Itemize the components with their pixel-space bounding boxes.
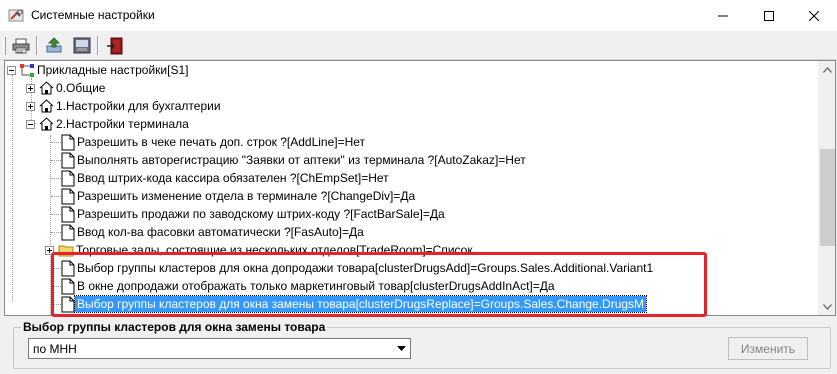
dropdown-button[interactable]	[393, 339, 410, 358]
toolbar-grip[interactable]	[3, 37, 6, 55]
tree-connector	[51, 232, 61, 233]
scrollbar-thumb[interactable]	[820, 149, 835, 246]
setting-label: Ввод кол-ва фасовки автоматически ?[FasA…	[77, 225, 364, 239]
tree-connector	[51, 304, 61, 305]
vertical-scrollbar[interactable]	[818, 61, 835, 315]
document-icon	[61, 206, 75, 223]
setting-folder[interactable]: Торговые залы, состоящие из нескольких о…	[45, 241, 475, 259]
tree-node-label: 1.Настройки для бухгалтерии	[56, 99, 221, 113]
setting-item[interactable]: Выполнять авторегистрацию "Заявки от апт…	[61, 151, 528, 169]
close-button[interactable]	[791, 0, 837, 31]
document-icon	[61, 188, 75, 205]
send-icon	[46, 37, 62, 53]
setting-item[interactable]: Ввод штрих-кода кассира обязателен ?[ChE…	[61, 169, 391, 187]
chevron-up-icon	[823, 66, 832, 73]
folder-icon	[58, 244, 74, 257]
setting-label: Выполнять авторегистрацию "Заявки от апт…	[77, 153, 526, 167]
tree-connector	[51, 268, 61, 269]
tree-node-general[interactable]: 0.Общие	[26, 79, 107, 97]
setting-label: Выбор группы кластеров для окна замены т…	[73, 295, 648, 313]
setting-label: Разрешить изменение отдела в терминале ?…	[77, 189, 416, 203]
setting-label: Разрешить в чеке печать доп. строк ?[Add…	[77, 135, 366, 149]
tree-connector	[51, 178, 61, 179]
setting-label: Торговые залы, состоящие из нескольких о…	[76, 243, 473, 257]
settings-tree[interactable]: Прикладные настройки[S1] 0.Общие 1.Настр…	[4, 60, 836, 316]
setting-label: Выбор группы кластеров для окна допродаж…	[77, 261, 654, 275]
tree-connector	[50, 135, 51, 315]
maximize-button[interactable]	[746, 0, 792, 31]
value-select-text: по МНН	[33, 341, 77, 356]
minimize-button[interactable]	[700, 0, 746, 31]
tree-root[interactable]: Прикладные настройки[S1]	[7, 61, 190, 79]
exit-door-icon	[107, 37, 123, 54]
setting-item[interactable]: Разрешить продажи по заводскому штрих-ко…	[61, 205, 447, 223]
setting-item-selected[interactable]: Выбор группы кластеров для окна замены т…	[61, 295, 648, 313]
collapse-toggle[interactable]	[7, 65, 16, 75]
setting-label: Разрешить продажи по заводскому штрих-ко…	[77, 207, 445, 221]
send-button[interactable]	[43, 35, 65, 56]
printer-icon	[12, 38, 30, 53]
tree-connector	[51, 160, 61, 161]
print-button[interactable]	[10, 35, 32, 56]
close-icon	[809, 10, 819, 21]
setting-item[interactable]: Разрешить в чеке печать доп. строк ?[Add…	[61, 133, 367, 151]
setting-item[interactable]: Выбор группы кластеров для окна допродаж…	[61, 259, 655, 277]
document-icon	[61, 134, 75, 151]
tree-node-label: 2.Настройки терминала	[56, 117, 189, 131]
window-title: Системные настройки	[31, 8, 155, 22]
home-icon	[39, 117, 54, 131]
config-button[interactable]	[71, 35, 93, 56]
scroll-up-button[interactable]	[819, 61, 835, 78]
config-panel-icon	[73, 37, 91, 54]
expand-toggle[interactable]	[26, 83, 35, 93]
exit-button[interactable]	[104, 35, 126, 56]
toolbar-separator	[36, 36, 38, 55]
document-icon	[61, 152, 75, 169]
maximize-icon	[764, 10, 774, 21]
tree-connector	[51, 286, 61, 287]
tree-connector	[51, 142, 61, 143]
tree-connector	[12, 75, 13, 301]
collapse-toggle[interactable]	[26, 119, 35, 129]
home-icon	[39, 81, 54, 95]
tree-node-terminal[interactable]: 2.Настройки терминала	[26, 115, 191, 133]
apply-change-button[interactable]: Изменить	[728, 337, 808, 360]
toolbar	[0, 31, 837, 60]
tree-node-label: 0.Общие	[56, 81, 106, 95]
document-icon	[61, 260, 75, 277]
document-icon	[61, 170, 75, 187]
home-icon	[39, 99, 54, 113]
value-select[interactable]: по МНН	[28, 338, 411, 359]
setting-item[interactable]: Разрешить изменение отдела в терминале ?…	[61, 187, 417, 205]
document-icon	[61, 278, 75, 295]
tree-root-icon	[19, 63, 35, 78]
settings-tools-icon	[8, 8, 24, 23]
toolbar-separator	[97, 36, 99, 55]
tree-connector	[51, 214, 61, 215]
tree-connector	[51, 196, 61, 197]
expand-toggle[interactable]	[26, 101, 35, 111]
setting-label: В окне допродажи отображать только марке…	[77, 279, 555, 293]
minimize-icon	[718, 15, 728, 16]
document-icon	[61, 296, 75, 313]
expand-toggle[interactable]	[45, 245, 54, 255]
chevron-down-icon	[397, 346, 406, 351]
chevron-down-icon	[823, 303, 832, 310]
editor-group-title: Выбор группы кластеров для окна замены т…	[21, 320, 328, 334]
setting-item[interactable]: Ввод кол-ва фасовки автоматически ?[FasA…	[61, 223, 366, 241]
document-icon	[61, 224, 75, 241]
setting-item[interactable]: В окне допродажи отображать только марке…	[61, 277, 557, 295]
tree-root-label: Прикладные настройки[S1]	[37, 63, 189, 77]
scroll-down-button[interactable]	[819, 298, 835, 315]
title-bar: Системные настройки	[0, 0, 837, 31]
tree-node-accounting[interactable]: 1.Настройки для бухгалтерии	[26, 97, 223, 115]
setting-label: Ввод штрих-кода кассира обязателен ?[ChE…	[77, 171, 389, 185]
